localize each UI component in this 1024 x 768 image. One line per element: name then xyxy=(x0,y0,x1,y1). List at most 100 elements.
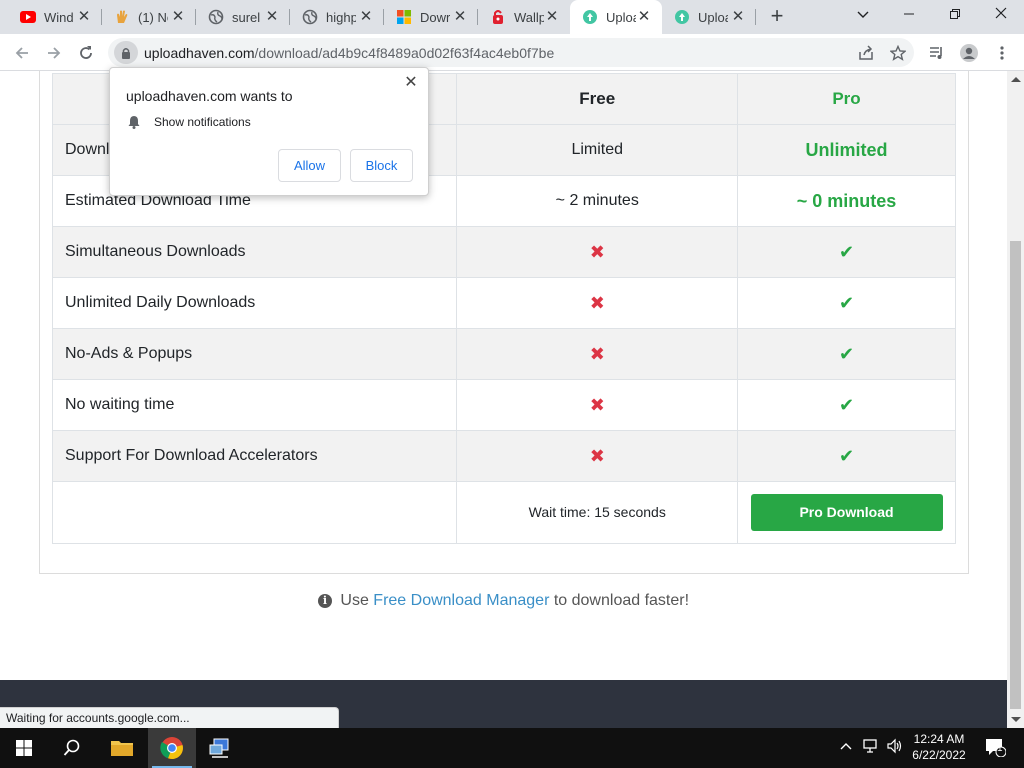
hand-icon xyxy=(114,9,130,25)
table-row: No waiting time ✖ ✔ xyxy=(51,379,956,431)
chevron-up-icon[interactable] xyxy=(840,738,852,754)
clock-time: 12:24 AM xyxy=(913,732,965,746)
globe-icon xyxy=(302,9,318,25)
allow-button[interactable]: Allow xyxy=(278,149,341,182)
tab-label: (1) Ne xyxy=(138,9,168,25)
url-host: uploadhaven.com xyxy=(144,45,255,61)
remote-app-button[interactable] xyxy=(196,728,244,768)
minimize-icon xyxy=(904,13,914,15)
close-tab-icon[interactable]: ✕ xyxy=(544,9,560,25)
close-popup-icon[interactable]: ✕ xyxy=(402,74,420,92)
check-icon: ✔ xyxy=(838,445,855,466)
tab-strip: Wind ✕ (1) Ne ✕ surel ✕ highp ✕ Dowr ✕ xyxy=(0,0,1024,34)
globe-icon xyxy=(208,9,224,25)
feature-label: No-Ads & Popups xyxy=(51,328,458,380)
tab-label: surel xyxy=(232,9,261,25)
tab-uploadhaven-active[interactable]: Uploa ✕ xyxy=(570,0,662,34)
uploadhaven-icon xyxy=(582,9,598,25)
close-tab-icon[interactable]: ✕ xyxy=(170,9,186,25)
tab-surel[interactable]: surel ✕ xyxy=(196,0,290,34)
status-bubble: Waiting for accounts.google.com... xyxy=(0,707,339,728)
network-computer-icon xyxy=(209,738,229,758)
close-tab-icon[interactable]: ✕ xyxy=(452,9,468,25)
tab-separator xyxy=(755,9,756,25)
scroll-up-icon[interactable] xyxy=(1011,77,1021,82)
bookmark-button[interactable] xyxy=(886,41,910,65)
back-button[interactable] xyxy=(10,41,34,65)
chrome-taskbar-button[interactable] xyxy=(148,728,196,768)
tab-label: Wind xyxy=(44,9,74,25)
reload-button[interactable] xyxy=(74,41,98,65)
start-button[interactable] xyxy=(0,728,48,768)
table-row: No-Ads & Popups ✖ ✔ xyxy=(51,328,956,380)
permission-label: Show notifications xyxy=(154,115,251,129)
system-clock[interactable]: 12:24 AM 6/22/2022 xyxy=(906,731,972,763)
page-scrollbar[interactable] xyxy=(1007,71,1024,728)
pro-value: ~ 0 minutes xyxy=(796,190,897,211)
check-icon: ✔ xyxy=(838,292,855,313)
cross-icon: ✖ xyxy=(589,394,605,415)
tab-highp[interactable]: highp ✕ xyxy=(290,0,384,34)
chrome-icon xyxy=(160,737,183,760)
scroll-thumb[interactable] xyxy=(1010,241,1021,709)
tab-label: highp xyxy=(326,9,356,25)
cross-icon: ✖ xyxy=(589,445,605,466)
minimize-button[interactable] xyxy=(886,0,932,30)
url-text[interactable]: uploadhaven.com/download/ad4b9c4f8489a0d… xyxy=(144,45,554,61)
restore-button[interactable] xyxy=(932,0,978,30)
share-button[interactable] xyxy=(854,41,878,65)
info-icon: i xyxy=(317,594,332,608)
check-icon: ✔ xyxy=(838,241,855,262)
wallpaper-icon xyxy=(490,9,506,25)
close-tab-icon[interactable]: ✕ xyxy=(264,9,280,25)
forward-button[interactable] xyxy=(42,41,66,65)
cross-icon: ✖ xyxy=(589,292,605,313)
tab-youtube[interactable]: Wind ✕ xyxy=(8,0,102,34)
avatar-icon xyxy=(960,44,978,62)
browser-toolbar: uploadhaven.com/download/ad4b9c4f8489a0d… xyxy=(0,34,1024,71)
reload-icon xyxy=(80,46,92,59)
close-tab-icon[interactable]: ✕ xyxy=(358,9,374,25)
close-tab-icon[interactable]: ✕ xyxy=(730,9,746,25)
table-row-actions: Wait time: 15 seconds Pro Download xyxy=(51,481,956,544)
new-tab-button[interactable]: + xyxy=(766,5,788,28)
block-button[interactable]: Block xyxy=(350,149,413,182)
lock-icon[interactable] xyxy=(114,41,138,64)
file-explorer-button[interactable] xyxy=(98,728,146,768)
star-icon xyxy=(890,45,906,61)
search-button[interactable] xyxy=(48,728,96,768)
free-download-manager-link[interactable]: Free Download Manager xyxy=(373,592,549,609)
tab-search-button[interactable] xyxy=(840,0,886,30)
tab-uploadhaven[interactable]: Uploa ✕ xyxy=(662,0,756,34)
menu-button[interactable] xyxy=(990,41,1014,65)
tab-download-store[interactable]: Dowr ✕ xyxy=(384,0,478,34)
search-icon xyxy=(63,739,80,756)
share-icon xyxy=(859,45,873,60)
tip-prefix: Use xyxy=(340,592,369,609)
network-icon[interactable] xyxy=(862,738,880,757)
scroll-down-icon[interactable] xyxy=(1011,717,1021,722)
profile-button[interactable] xyxy=(957,41,981,65)
check-icon: ✔ xyxy=(838,343,855,364)
pro-download-button[interactable]: Pro Download xyxy=(750,494,943,531)
volume-icon[interactable] xyxy=(886,738,904,757)
chevron-down-icon xyxy=(857,11,869,18)
feature-label: Unlimited Daily Downloads xyxy=(51,277,458,329)
playlist-icon xyxy=(930,47,942,59)
feature-label: No waiting time xyxy=(51,379,458,431)
pro-header: Pro xyxy=(737,73,956,125)
close-window-button[interactable] xyxy=(978,0,1024,30)
tab-wallpaper[interactable]: Wallp ✕ xyxy=(478,0,570,34)
address-bar[interactable]: uploadhaven.com/download/ad4b9c4f8489a0d… xyxy=(108,38,914,67)
tab-label: Dowr xyxy=(420,9,450,25)
popup-title: uploadhaven.com wants to xyxy=(126,88,293,104)
tab-label: Wallp xyxy=(514,9,544,25)
pro-value: Unlimited xyxy=(805,139,888,160)
empty-cell xyxy=(51,481,458,544)
close-tab-icon[interactable]: ✕ xyxy=(76,9,92,25)
media-control-button[interactable] xyxy=(925,41,949,65)
windows-logo-icon xyxy=(16,740,32,756)
tab-hand[interactable]: (1) Ne ✕ xyxy=(102,0,196,34)
close-tab-icon[interactable]: ✕ xyxy=(636,9,652,25)
table-row: Simultaneous Downloads ✖ ✔ xyxy=(51,226,956,278)
